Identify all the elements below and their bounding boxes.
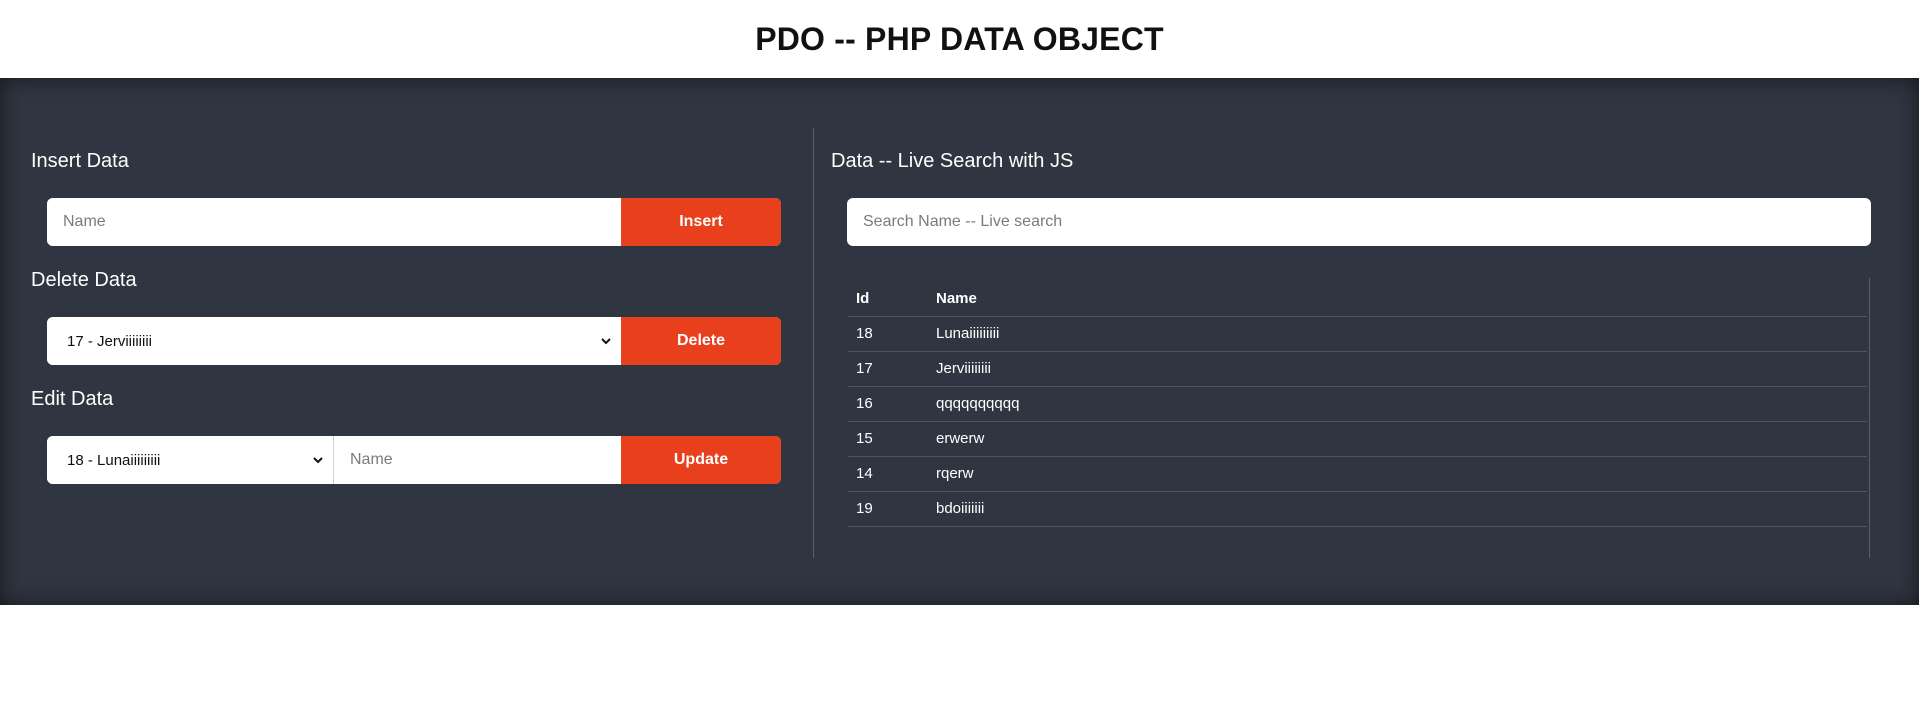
row-id: 19 [848, 491, 928, 527]
live-search-section: Data -- Live Search with JS Id Name 18 L… [814, 78, 1919, 605]
table-row: 14 rqerw [848, 456, 1867, 492]
row-id: 16 [848, 386, 928, 422]
crud-forms: Insert Data Insert Delete Data 17 - Jerv… [0, 78, 814, 605]
main-panel: Insert Data Insert Delete Data 17 - Jerv… [0, 78, 1919, 605]
row-name: bdoiiiiiii [928, 491, 1867, 527]
search-section-title: Data -- Live Search with JS [831, 150, 1074, 172]
insert-section-title: Insert Data [31, 150, 129, 172]
insert-name-input[interactable] [47, 198, 621, 246]
row-name: Lunaiiiiiiiii [928, 316, 1867, 352]
table-row: 18 Lunaiiiiiiiii [848, 316, 1867, 352]
table-row: 17 Jerviiiiiiii [848, 351, 1867, 387]
delete-select-value: 17 - Jerviiiiiiii [67, 332, 153, 350]
delete-section-title: Delete Data [31, 269, 137, 291]
table-row: 16 qqqqqqqqqq [848, 386, 1867, 422]
edit-form: 18 - Lunaiiiiiiiii Update [47, 436, 781, 484]
row-name: Jerviiiiiiii [928, 351, 1867, 387]
delete-select[interactable]: 17 - Jerviiiiiiii [47, 317, 621, 365]
page-header: PDO -- PHP DATA OBJECT [0, 0, 1919, 78]
edit-name-input[interactable] [334, 436, 621, 484]
delete-form: 17 - Jerviiiiiiii Delete [47, 317, 781, 365]
chevron-down-icon [599, 334, 613, 348]
row-id: 14 [848, 456, 928, 492]
update-button[interactable]: Update [621, 436, 781, 484]
search-box [847, 198, 1871, 246]
row-id: 17 [848, 351, 928, 387]
column-header-name: Name [928, 281, 1867, 317]
edit-select[interactable]: 18 - Lunaiiiiiiiii [47, 436, 334, 484]
insert-button[interactable]: Insert [621, 198, 781, 246]
table-row: 19 bdoiiiiiii [848, 491, 1867, 527]
table-header-row: Id Name [848, 281, 1867, 317]
column-header-id: Id [848, 281, 928, 317]
row-id: 15 [848, 421, 928, 457]
edit-section-title: Edit Data [31, 388, 114, 410]
chevron-down-icon [311, 453, 325, 467]
search-input[interactable] [847, 198, 1871, 246]
row-id: 18 [848, 316, 928, 352]
table-scrollbar[interactable] [1869, 278, 1870, 558]
row-name: qqqqqqqqqq [928, 386, 1867, 422]
row-name: rqerw [928, 456, 1867, 492]
row-name: erwerw [928, 421, 1867, 457]
table-row: 15 erwerw [848, 421, 1867, 457]
delete-button[interactable]: Delete [621, 317, 781, 365]
page-title: PDO -- PHP DATA OBJECT [755, 20, 1164, 57]
edit-select-value: 18 - Lunaiiiiiiiii [67, 451, 161, 469]
data-table: Id Name 18 Lunaiiiiiiiii 17 Jerviiiiiiii… [848, 281, 1867, 527]
insert-form: Insert [47, 198, 781, 246]
